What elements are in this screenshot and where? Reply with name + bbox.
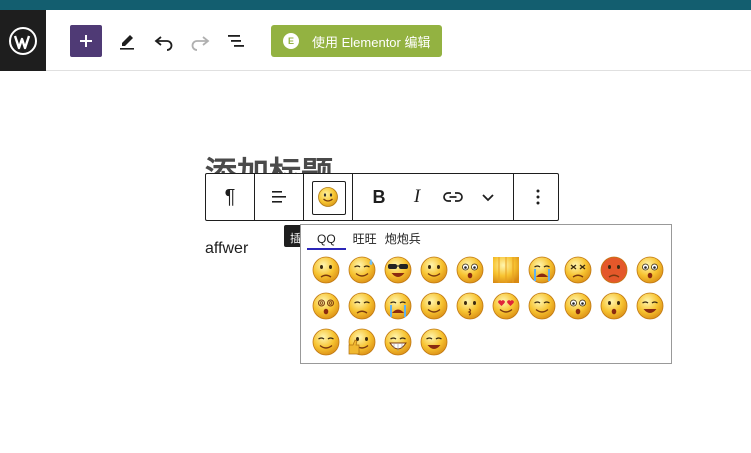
vertical-ellipsis-icon	[536, 189, 540, 205]
emoji-shy-face[interactable]	[596, 288, 632, 324]
emoji-thinking-face[interactable]	[524, 288, 560, 324]
embarrassed-face-icon	[348, 292, 376, 320]
italic-icon: I	[413, 186, 421, 207]
grimace-face-icon	[420, 328, 448, 356]
thumbs-up-face-icon	[348, 328, 376, 356]
emoji-dizzy-face[interactable]	[560, 252, 596, 288]
grumpy-face-icon	[312, 256, 340, 284]
block-type-group: ¶	[206, 174, 255, 220]
tab-qq[interactable]: QQ	[307, 231, 346, 250]
align-left-icon	[272, 191, 286, 203]
undo-icon	[154, 36, 173, 51]
grinning-teeth-face-icon	[384, 328, 412, 356]
emoji-picker-panel: QQ 旺旺 炮炮兵	[300, 224, 672, 364]
smug-face-icon	[420, 256, 448, 284]
italic-button[interactable]: I	[399, 174, 435, 220]
sweat-laugh-face-icon	[348, 256, 376, 284]
paragraph-icon: ¶	[224, 185, 236, 208]
emoji-cool-sunglasses-face[interactable]	[380, 252, 416, 288]
dizzy-face-icon	[564, 256, 592, 284]
heart-eyes-face-icon	[492, 292, 520, 320]
edit-with-elementor-button[interactable]: E 使用 Elementor 编辑	[271, 25, 442, 57]
sobbing-face-icon	[528, 256, 556, 284]
chevron-down-icon	[482, 194, 494, 202]
emoji-grinning-teeth-face[interactable]	[380, 324, 416, 360]
more-formats-button[interactable]	[471, 174, 505, 220]
emoji-grimace-face[interactable]	[416, 324, 452, 360]
bold-button[interactable]: B	[359, 174, 399, 220]
emoji-crying-face[interactable]	[380, 288, 416, 324]
emoji-blissful-face[interactable]	[308, 324, 344, 360]
emoji-heart-eyes-face[interactable]	[488, 288, 524, 324]
insert-emoji-button[interactable]	[304, 174, 352, 220]
align-button[interactable]	[255, 174, 303, 220]
peeking-face-icon	[420, 292, 448, 320]
elementor-button-label: 使用 Elementor 编辑	[312, 34, 431, 50]
surprised-face-icon	[456, 256, 484, 284]
squint-grin-face-icon	[636, 292, 664, 320]
smiley-icon	[318, 187, 338, 207]
align-group	[255, 174, 304, 220]
emoji-squint-grin-face[interactable]	[632, 288, 668, 324]
editor-header: E 使用 Elementor 编辑	[0, 10, 751, 71]
add-block-button[interactable]	[70, 25, 102, 57]
emoji-grumpy-face[interactable]	[308, 252, 344, 288]
emoji-sobbing-face[interactable]	[524, 252, 560, 288]
tab-paopaobing[interactable]: 炮炮兵	[383, 231, 425, 250]
link-button[interactable]	[435, 174, 471, 220]
blissful-face-icon	[312, 328, 340, 356]
tab-wangwang[interactable]: 旺旺	[346, 231, 383, 250]
kissing-face-icon	[456, 292, 484, 320]
elementor-icon: E	[283, 33, 299, 49]
cool-sunglasses-face-icon	[384, 256, 412, 284]
emoji-angry-red-face[interactable]	[596, 252, 632, 288]
worried-face-icon	[636, 256, 664, 284]
document-outline-button[interactable]	[220, 25, 252, 57]
emoji-kissing-face[interactable]	[452, 288, 488, 324]
emoji-shocked-face[interactable]	[560, 288, 596, 324]
cut-off-face-icon	[493, 257, 519, 283]
thinking-face-icon	[528, 292, 556, 320]
wordpress-logo-icon[interactable]	[0, 10, 46, 71]
pencil-icon	[120, 35, 134, 50]
shocked-face-icon	[564, 292, 592, 320]
emoji-tabs: QQ 旺旺 炮炮兵	[307, 231, 425, 250]
paragraph-block[interactable]: affwer	[205, 240, 248, 258]
emoji-group	[304, 174, 353, 220]
link-icon	[443, 192, 463, 202]
emoji-surprised-face[interactable]	[452, 252, 488, 288]
plus-icon	[80, 35, 92, 47]
emoji-sweat-laugh-face[interactable]	[344, 252, 380, 288]
format-group: B I	[353, 174, 514, 220]
shy-face-icon	[600, 292, 628, 320]
crying-face-icon	[384, 292, 412, 320]
emoji-peeking-face[interactable]	[416, 288, 452, 324]
undo-button[interactable]	[148, 25, 180, 57]
tools-button[interactable]	[111, 25, 143, 57]
redo-icon	[191, 36, 210, 51]
emoji-smug-face[interactable]	[416, 252, 452, 288]
block-toolbar: ¶ B I	[205, 173, 559, 221]
paragraph-block-button[interactable]: ¶	[206, 174, 254, 220]
emoji-thumbs-up-face[interactable]	[344, 324, 380, 360]
bold-icon: B	[372, 186, 386, 207]
top-stripe	[0, 0, 751, 10]
emoji-cut-off-face[interactable]	[488, 252, 524, 288]
emoji-grid	[308, 252, 668, 360]
block-options-button[interactable]	[514, 174, 562, 220]
emoji-embarrassed-face[interactable]	[344, 288, 380, 324]
list-view-icon	[228, 35, 244, 47]
options-group	[514, 174, 562, 220]
emoji-tooltip: 插入表情	[284, 225, 300, 247]
spiral-eyes-face-icon	[312, 292, 340, 320]
redo-button[interactable]	[184, 25, 216, 57]
emoji-spiral-eyes-face[interactable]	[308, 288, 344, 324]
angry-red-face-icon	[600, 256, 628, 284]
emoji-worried-face[interactable]	[632, 252, 668, 288]
